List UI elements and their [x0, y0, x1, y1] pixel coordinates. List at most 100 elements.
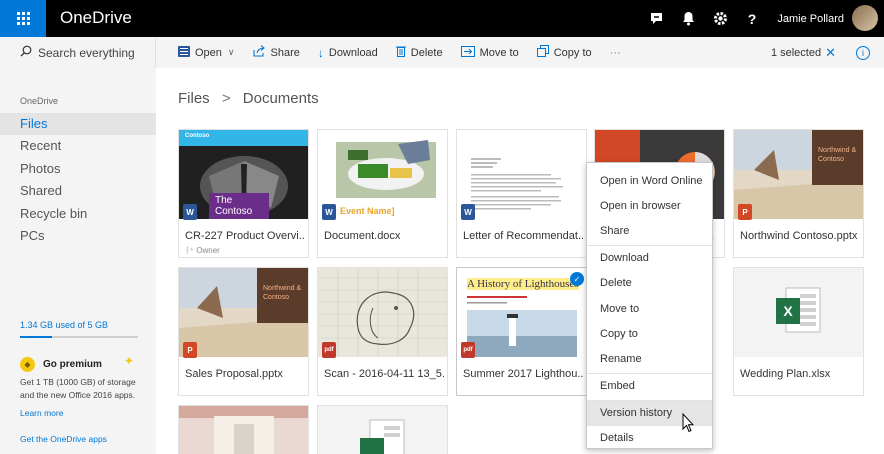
premium-title: Go premium: [43, 359, 102, 370]
file-name[interactable]: Document.docx: [324, 230, 444, 242]
command-bar: Open ∨ Share ↓ Download Delete Move to C…: [156, 37, 884, 68]
left-nav: OneDrive Files Recent Photos Shared Recy…: [0, 68, 156, 454]
file-thumbnail: Event Name]: [318, 130, 447, 219]
file-name[interactable]: Scan - 2016-04-11 13_5...: [324, 368, 444, 380]
app-title[interactable]: OneDrive: [60, 8, 132, 28]
download-icon: ↓: [317, 45, 324, 60]
get-apps-link[interactable]: Get the OneDrive apps: [20, 434, 107, 444]
file-name[interactable]: Sales Proposal.pptx: [185, 368, 305, 380]
thumb-title: The Contoso: [209, 193, 269, 219]
file-tile[interactable]: Contoso The Contoso W CR-227 Product Ove…: [178, 129, 309, 258]
share-button[interactable]: Share: [244, 37, 309, 68]
more-button[interactable]: ···: [601, 37, 630, 68]
copy-to-button[interactable]: Copy to: [528, 37, 601, 68]
file-name[interactable]: Summer 2017 Lighthou...: [463, 368, 583, 380]
move-to-label: Move to: [479, 46, 519, 59]
copy-icon: [536, 45, 549, 60]
file-thumbnail: [457, 130, 586, 219]
avatar[interactable]: [852, 5, 878, 31]
file-thumbnail: Contoso The Contoso: [179, 130, 308, 219]
nav-item-files[interactable]: Files: [0, 113, 156, 135]
trash-icon: [395, 45, 406, 60]
gear-icon[interactable]: [704, 0, 736, 37]
breadcrumb: Files > Documents: [178, 90, 319, 107]
file-thumbnail: Northwind & Contoso: [734, 130, 863, 219]
nav-item-photos[interactable]: Photos: [0, 158, 156, 180]
menu-item-share[interactable]: Share: [587, 219, 712, 244]
powerpoint-icon: P: [183, 342, 197, 358]
file-tile[interactable]: pdf Scan - 2016-04-11 13_5...: [317, 267, 448, 396]
copy-to-label: Copy to: [553, 46, 592, 59]
menu-item-delete[interactable]: Delete: [587, 271, 712, 296]
nav-item-pcs[interactable]: PCs: [0, 225, 156, 247]
file-tile[interactable]: X Wedding Plan.xlsx: [733, 267, 864, 396]
file-tile[interactable]: W Letter of Recommendat...: [456, 129, 587, 258]
file-name[interactable]: Wedding Plan.xlsx: [740, 368, 860, 380]
menu-item-open-in-word-online[interactable]: Open in Word Online: [587, 169, 712, 194]
sparkle-icon: ✦: [124, 354, 135, 368]
pdf-icon: pdf: [461, 342, 475, 358]
search-box[interactable]: Search everything: [0, 37, 156, 68]
delete-label: Delete: [410, 46, 443, 59]
excel-icon: [360, 419, 405, 454]
top-bar: OneDrive ? Jamie Pollard: [0, 0, 884, 37]
nav-item-recycle-bin[interactable]: Recycle bin: [0, 203, 156, 225]
file-name[interactable]: Letter of Recommendat...: [463, 230, 583, 242]
menu-item-move-to[interactable]: Move to: [587, 297, 712, 322]
waffle-icon: [16, 12, 30, 25]
file-thumbnail: [318, 406, 447, 454]
user-name[interactable]: Jamie Pollard: [768, 0, 852, 37]
file-thumbnail: A History of Lighthouses: [457, 268, 586, 357]
open-button[interactable]: Open ∨: [156, 37, 244, 68]
learn-more-link[interactable]: Learn more: [20, 408, 63, 418]
file-name[interactable]: CR-227 Product Overvi...: [185, 230, 305, 242]
word-icon: W: [183, 204, 197, 220]
menu-item-download[interactable]: Download: [587, 246, 712, 271]
delete-button[interactable]: Delete: [387, 37, 452, 68]
menu-item-copy-to[interactable]: Copy to: [587, 322, 712, 347]
premium-description: Get 1 TB (1000 GB) of storage and the ne…: [20, 377, 136, 400]
svg-text:X: X: [783, 303, 793, 319]
bell-icon[interactable]: [672, 0, 704, 37]
mouse-cursor-icon: [682, 413, 694, 433]
download-label: Download: [328, 46, 378, 59]
menu-item-rename[interactable]: Rename: [587, 347, 712, 372]
word-icon: W: [322, 204, 336, 220]
file-owner: ᛛ⁺ Owner: [185, 246, 220, 255]
move-icon: [460, 45, 475, 60]
nav-item-shared[interactable]: Shared: [0, 180, 156, 202]
file-tile[interactable]: Northwind & Contoso P Sales Proposal.ppt…: [178, 267, 309, 396]
nav-heading: OneDrive: [20, 96, 59, 106]
menu-item-embed[interactable]: Embed: [587, 374, 712, 399]
storage-bar-fill: [20, 336, 52, 338]
breadcrumb-root[interactable]: Files: [178, 90, 210, 107]
file-tile-selected[interactable]: A History of Lighthouses ✓ pdf Summer 20…: [456, 267, 587, 396]
search-input[interactable]: Search everything: [38, 46, 135, 60]
checkmark-icon[interactable]: ✓: [570, 272, 584, 286]
info-icon[interactable]: i: [856, 45, 870, 60]
clear-selection-icon[interactable]: ✕: [825, 45, 836, 61]
storage-usage[interactable]: 1.34 GB used of 5 GB: [20, 320, 108, 330]
search-icon: [20, 45, 32, 60]
menu-item-open-in-browser[interactable]: Open in browser: [587, 194, 712, 219]
move-to-button[interactable]: Move to: [452, 37, 528, 68]
file-tile[interactable]: Event Name] W Document.docx: [317, 129, 448, 258]
file-thumbnail: [318, 268, 447, 357]
share-icon: [252, 45, 266, 60]
go-premium[interactable]: ◆ Go premium: [20, 357, 102, 372]
thumb-title: Event Name]: [340, 206, 395, 216]
file-tile[interactable]: [317, 405, 448, 454]
skype-icon[interactable]: [640, 0, 672, 37]
download-button[interactable]: ↓ Download: [309, 37, 387, 68]
file-thumbnail: X: [734, 268, 863, 357]
word-app-icon: [178, 45, 190, 60]
owner-label: Owner: [196, 246, 220, 255]
file-tile[interactable]: [178, 405, 309, 454]
thumb-title: Northwind & Contoso: [263, 285, 302, 301]
help-icon[interactable]: ?: [736, 0, 768, 37]
storage-bar: [20, 336, 138, 338]
file-tile[interactable]: Northwind & Contoso P Northwind Contoso.…: [733, 129, 864, 258]
file-name[interactable]: Northwind Contoso.pptx: [740, 230, 860, 242]
nav-item-recent[interactable]: Recent: [0, 135, 156, 157]
app-launcher-button[interactable]: [0, 0, 46, 37]
